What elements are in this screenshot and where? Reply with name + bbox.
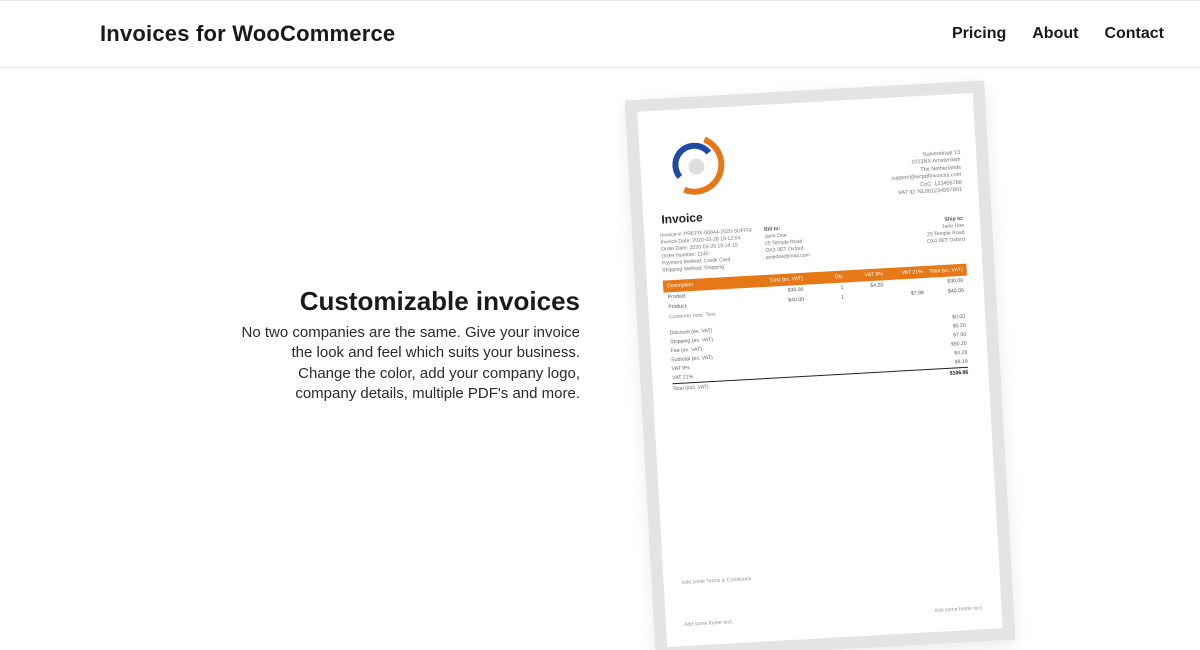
col-total: Total (ex. VAT) bbox=[923, 267, 963, 275]
nav-about[interactable]: About bbox=[1032, 25, 1078, 43]
cell-cost: $40.00 bbox=[764, 297, 804, 305]
invoice-document: Kalverstraat 13 1012NX Amsterdam The Net… bbox=[625, 80, 1016, 650]
col-qty: Qty bbox=[803, 274, 843, 282]
company-address: Kalverstraat 13 1012NX Amsterdam The Net… bbox=[890, 150, 962, 198]
col-vat9: VAT 9% bbox=[843, 271, 883, 279]
nav-contact[interactable]: Contact bbox=[1104, 25, 1164, 43]
company-logo bbox=[656, 127, 732, 203]
cell-qty: 1 bbox=[804, 295, 844, 303]
cell-vat21 bbox=[883, 280, 923, 288]
invoice-meta-left: Invoice #: PREFIX-00044-2020-SUFFIX Invo… bbox=[660, 227, 758, 274]
terms-text: Add some Terms & Conditions. bbox=[682, 576, 753, 586]
col-vat21: VAT 21% bbox=[883, 269, 923, 277]
hero-title: Customizable invoices bbox=[60, 286, 580, 317]
cell-cost: $30.00 bbox=[763, 287, 803, 295]
cell-vat9: $4.20 bbox=[843, 282, 883, 290]
cell-qty: 1 bbox=[803, 285, 843, 293]
col-cost: Cost (ex. VAT) bbox=[763, 276, 803, 284]
hero-body-line: Change the color, add your company logo, bbox=[298, 365, 580, 382]
footer-right-text: Add some footer text. bbox=[934, 605, 984, 614]
invoice-preview: Kalverstraat 13 1012NX Amsterdam The Net… bbox=[625, 80, 1016, 650]
hero-body-line: company details, multiple PDF's and more… bbox=[295, 385, 580, 402]
brand-title: Invoices for WooCommerce bbox=[100, 21, 395, 47]
cell-vat9 bbox=[844, 292, 884, 300]
hero-section: Customizable invoices No two companies a… bbox=[0, 68, 1200, 650]
cell-total: $40.00 bbox=[924, 288, 964, 296]
top-bar: Invoices for WooCommerce Pricing About C… bbox=[0, 0, 1200, 68]
hero-body-line: the look and feel which suits your busin… bbox=[292, 344, 581, 361]
bill-to: Bill to: Jane Doe 25 Temple Road OX3 0ET… bbox=[764, 222, 862, 269]
hero-body: No two companies are the same. Give your… bbox=[60, 323, 580, 404]
ship-to: Ship to: Jane Doe 25 Temple Road OX4 0ET… bbox=[868, 216, 966, 263]
cell-total: $30.00 bbox=[923, 278, 963, 286]
nav-pricing[interactable]: Pricing bbox=[952, 25, 1006, 43]
cell-vat21: $7.98 bbox=[884, 290, 924, 298]
grand-total-value: $106.86 bbox=[901, 369, 968, 379]
hero-body-line: No two companies are the same. Give your… bbox=[242, 324, 581, 341]
footer-left-text: Add some footer text. bbox=[684, 619, 734, 628]
primary-nav: Pricing About Contact bbox=[952, 25, 1164, 43]
totals-block: Discount (ex. VAT)$0.00 Shipping (ex. VA… bbox=[665, 312, 972, 394]
hero-copy: Customizable invoices No two companies a… bbox=[60, 286, 580, 404]
